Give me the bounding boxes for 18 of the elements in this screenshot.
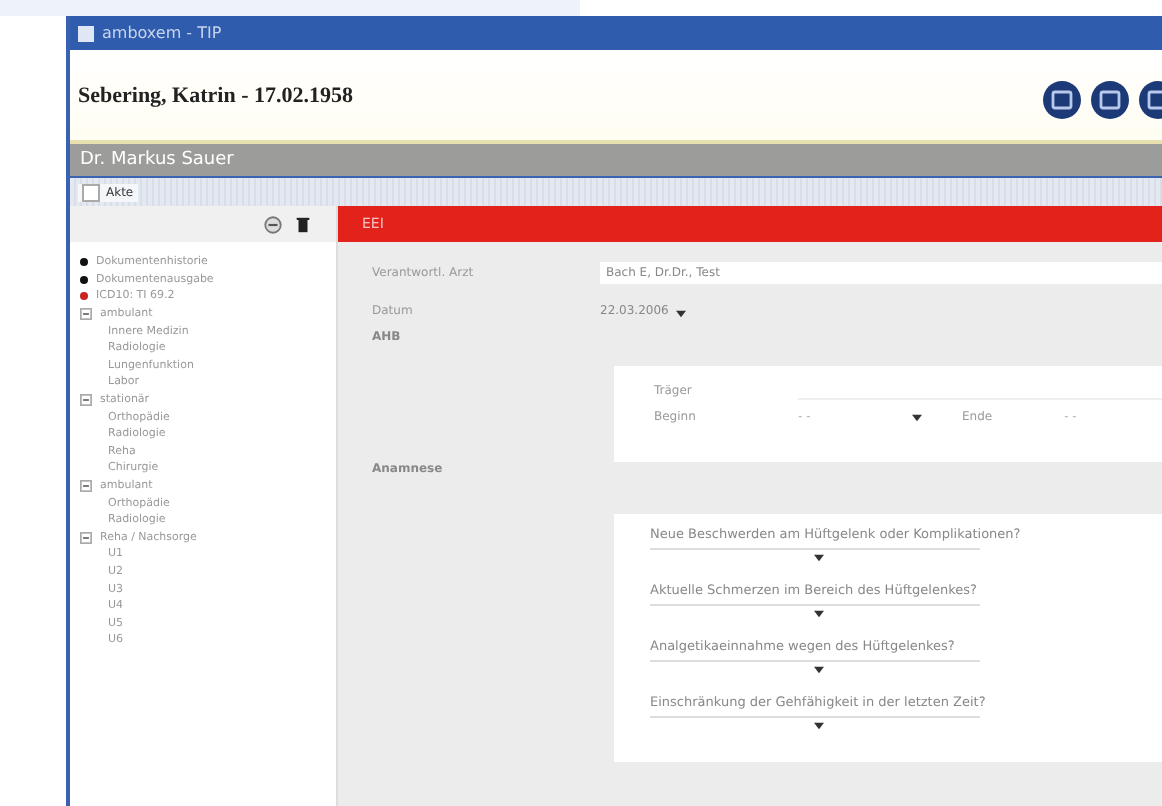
window-title: amboxem - TIP — [102, 24, 222, 42]
expander-icon[interactable] — [80, 531, 92, 544]
patient-name: Sebering, Katrin - 17.02.1958 — [78, 83, 353, 107]
caret-icon — [912, 414, 922, 422]
caret-icon — [814, 722, 824, 730]
minus-circle-icon[interactable] — [264, 215, 282, 233]
caret-icon — [814, 610, 824, 618]
app-icon — [78, 25, 94, 41]
expander-icon[interactable] — [80, 394, 92, 407]
trash-icon[interactable] — [294, 215, 312, 233]
round-toolbar-icon[interactable] — [1042, 79, 1082, 119]
expander-icon[interactable] — [80, 480, 92, 493]
round-toolbar-icon[interactable] — [1090, 79, 1130, 119]
caret-icon — [814, 666, 824, 674]
caret-icon — [676, 309, 687, 317]
user-name: Dr. Markus Sauer — [80, 150, 234, 170]
caret-icon — [814, 554, 824, 562]
expander-icon[interactable] — [80, 308, 92, 321]
